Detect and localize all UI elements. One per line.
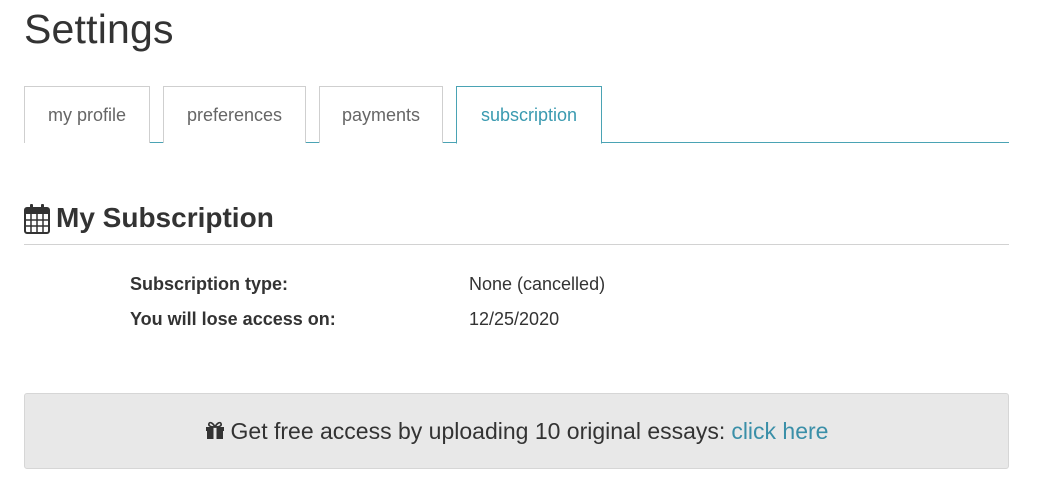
subscription-type-label: Subscription type: [130, 274, 289, 294]
free-access-banner: Get free access by uploading 10 original… [24, 393, 1009, 469]
settings-tabs: my profile preferences payments subscrip… [24, 86, 1009, 144]
subscription-details: Subscription type: None (cancelled) You … [130, 274, 830, 344]
subscription-type-value: None (cancelled) [469, 274, 606, 294]
detail-row-subscription-type: Subscription type: None (cancelled) [130, 274, 830, 309]
section-heading: My Subscription [24, 200, 1009, 245]
calendar-icon [24, 204, 50, 234]
tab-my-profile[interactable]: my profile [24, 86, 150, 143]
section-title: My Subscription [56, 202, 274, 233]
tab-subscription[interactable]: subscription [456, 86, 602, 144]
banner-text: Get free access by uploading 10 original… [230, 417, 726, 444]
lose-access-label: You will lose access on: [130, 309, 336, 329]
tab-preferences[interactable]: preferences [163, 86, 306, 143]
page-title: Settings [24, 6, 174, 52]
detail-row-lose-access: You will lose access on: 12/25/2020 [130, 309, 830, 344]
tab-payments[interactable]: payments [319, 86, 443, 143]
settings-page: Settings my profile preferences payments… [0, 0, 1037, 492]
click-here-link[interactable]: click here [731, 418, 828, 445]
gift-icon [205, 421, 224, 439]
lose-access-date: 12/25/2020 [469, 309, 560, 329]
